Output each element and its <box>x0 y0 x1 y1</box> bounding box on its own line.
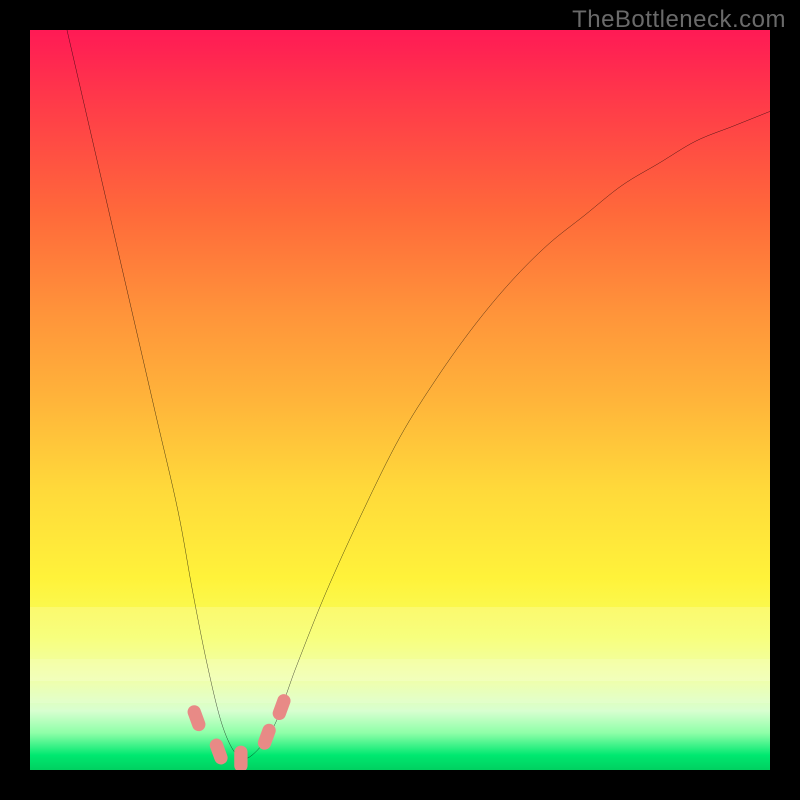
outer-frame: TheBottleneck.com <box>0 0 800 800</box>
curve-group <box>67 30 770 759</box>
optimum-marker <box>186 703 208 733</box>
optimum-marker <box>234 746 247 770</box>
optimum-marker <box>256 722 278 752</box>
plot-area <box>30 30 770 770</box>
chart-svg <box>30 30 770 770</box>
optimum-marker <box>271 692 293 722</box>
optimum-marker <box>208 737 230 767</box>
optimum-markers <box>186 692 293 770</box>
bottleneck-curve <box>67 30 770 759</box>
